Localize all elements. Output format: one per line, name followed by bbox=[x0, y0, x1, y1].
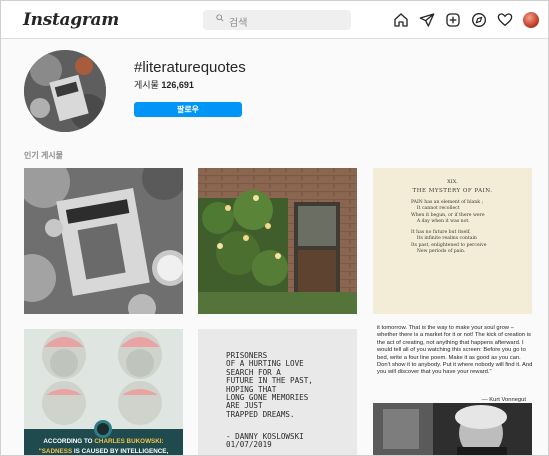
profile-avatar[interactable] bbox=[522, 11, 540, 29]
vonnegut-photo bbox=[373, 403, 532, 455]
search-placeholder: 검색 bbox=[229, 18, 248, 29]
instagram-window: Instagram 검색 #literaturequotes 게시물 126,6… bbox=[0, 0, 549, 456]
direct-message-icon[interactable] bbox=[418, 11, 436, 29]
vonnegut-quote-text: it tomorrow. That is the way to make you… bbox=[377, 325, 532, 376]
explore-compass-icon[interactable] bbox=[470, 11, 488, 29]
post-tile-2[interactable] bbox=[198, 168, 357, 314]
top-navigation-bar: Instagram 검색 bbox=[1, 1, 548, 39]
bukowski-caption-line-1: ACCORDING TO CHARLES BUKOWSKI: bbox=[43, 438, 164, 445]
typewriter-quote: PRISONERS OF A HURTING LOVE SEARCH FOR A… bbox=[226, 351, 313, 419]
post-tile-5[interactable]: PRISONERS OF A HURTING LOVE SEARCH FOR A… bbox=[198, 329, 357, 455]
top-posts-label: 인기 게시물 bbox=[24, 151, 64, 160]
posts-label: 게시물 bbox=[134, 80, 159, 90]
hashtag-title: #literaturequotes bbox=[134, 59, 246, 76]
poem-stanza-2: It has no future but itself, Its infinit… bbox=[411, 230, 487, 255]
follow-button[interactable]: 팔로우 bbox=[134, 102, 242, 117]
post-tile-4[interactable]: ACCORDING TO CHARLES BUKOWSKI: "SADNESS … bbox=[24, 329, 183, 455]
poem-title: THE MYSTERY OF PAIN. bbox=[412, 188, 493, 194]
search-icon bbox=[216, 14, 224, 25]
new-post-icon[interactable] bbox=[444, 11, 462, 29]
home-icon[interactable] bbox=[392, 11, 410, 29]
activity-heart-icon[interactable] bbox=[496, 11, 514, 29]
hashtag-profile-image bbox=[24, 50, 106, 132]
post-tile-3[interactable]: XIX. THE MYSTERY OF PAIN. PAIN has an el… bbox=[373, 168, 532, 314]
bukowski-caption-line-2: "SADNESS IS CAUSED BY INTELLIGENCE, bbox=[38, 448, 169, 455]
search-input[interactable]: 검색 bbox=[203, 10, 351, 30]
post-tile-6[interactable]: it tomorrow. That is the way to make you… bbox=[373, 321, 532, 455]
poem-chapter: XIX. bbox=[447, 179, 458, 185]
quote-signature: - DANNY KOSLOWSKI 01/07/2019 bbox=[226, 432, 304, 450]
posts-count: 126,691 bbox=[161, 80, 194, 90]
post-tile-1[interactable] bbox=[24, 168, 183, 314]
instagram-logo[interactable]: Instagram bbox=[23, 10, 119, 30]
post-count: 게시물 126,691 bbox=[134, 78, 194, 91]
poem-stanza-1: PAIN has an element of blank ; It cannot… bbox=[411, 200, 485, 225]
nav-icons bbox=[392, 10, 540, 30]
